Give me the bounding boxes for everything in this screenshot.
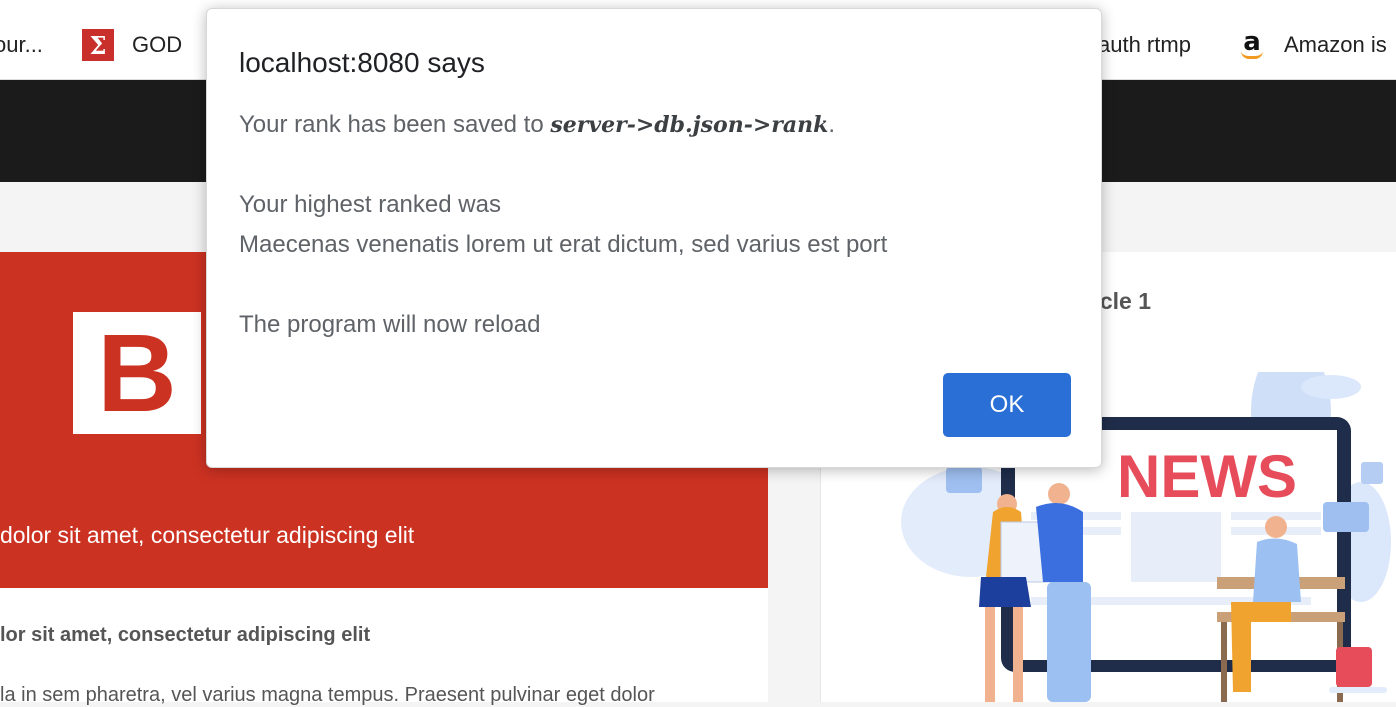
article-summary-card: lor sit amet, consectetur adipiscing eli…: [0, 588, 768, 706]
dialog-line1-suffix: .: [828, 111, 836, 138]
bookmark-auth-rtmp[interactable]: auth rtmp: [1098, 28, 1191, 62]
article-summary-title: lor sit amet, consectetur adipiscing eli…: [0, 624, 371, 646]
sigma-icon: Σ: [82, 29, 114, 61]
alert-dialog: localhost:8080 says Your rank has been s…: [206, 8, 1102, 468]
dialog-message: Your rank has been saved to server->db.j…: [239, 105, 887, 345]
dialog-line1-prefix: Your rank has been saved to: [239, 111, 551, 138]
bookmark-amazon[interactable]: a Amazon is: [1238, 28, 1387, 62]
news-text: NEWS: [1117, 443, 1297, 510]
bookmark-label: Amazon is: [1284, 32, 1387, 57]
bookmark-god[interactable]: Σ GOD: [82, 28, 182, 62]
dialog-title: localhost:8080 says: [239, 47, 485, 78]
dialog-line2: Your highest ranked was: [239, 191, 501, 218]
ok-button[interactable]: OK: [943, 373, 1071, 437]
bookmark-item[interactable]: our...: [0, 28, 43, 62]
amazon-icon: a: [1238, 28, 1266, 62]
dialog-line4: The program will now reload: [239, 311, 541, 338]
article-summary-body: la in sem pharetra, vel varius magna tem…: [0, 684, 655, 706]
dialog-line3: Maecenas venenatis lorem ut erat dictum,…: [239, 231, 888, 258]
bookmark-label: auth rtmp: [1098, 32, 1191, 57]
bookmark-label: GOD: [132, 32, 183, 57]
bookmark-label: our...: [0, 32, 43, 57]
featured-article-title: dolor sit amet, consectetur adipiscing e…: [0, 522, 415, 548]
dialog-db-path: server->db.json->rank: [550, 112, 829, 138]
b-logo: B: [73, 312, 201, 435]
